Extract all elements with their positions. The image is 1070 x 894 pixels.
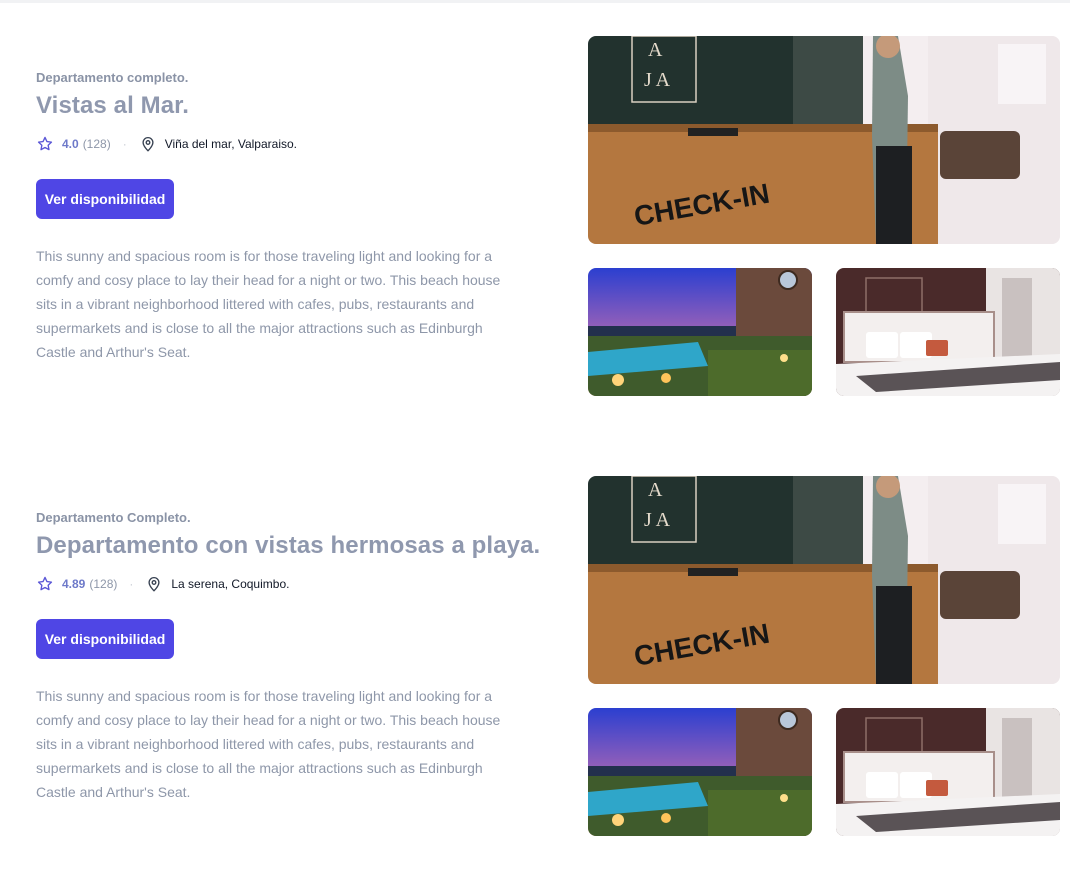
listing-title: Departamento con vistas hermosas a playa… [36, 532, 541, 559]
svg-text:J A: J A [644, 69, 671, 91]
location-text: La serena, Coquimbo. [171, 577, 290, 591]
listing-card: Departamento completo. Vistas al Mar. 4.… [0, 36, 1070, 396]
listing-title: Vistas al Mar. [36, 92, 190, 119]
rating-value: 4.0 [62, 137, 79, 151]
listing-description: This sunny and spacious room is for thos… [36, 248, 501, 360]
photo-pool[interactable] [588, 708, 812, 836]
location-text: Viña del mar, Valparaiso. [164, 137, 298, 151]
photo-reception[interactable]: A J A CHECK-IN [588, 476, 1060, 684]
meta-separator: · [122, 137, 127, 151]
review-count: (128) [82, 137, 111, 151]
photo-gallery: A J A CHECK-IN [588, 36, 1060, 396]
photo-reception[interactable]: A J A CHECK-IN [588, 36, 1060, 244]
photo-gallery: A J A CHECK-IN [588, 476, 1060, 836]
top-divider [0, 0, 1070, 3]
star-icon [37, 576, 53, 591]
rating-value: 4.89 [62, 577, 86, 591]
review-count: (128) [89, 577, 118, 591]
check-availability-button[interactable]: Ver disponibilidad [36, 179, 174, 219]
map-pin-icon [148, 577, 160, 592]
listing-card: Departamento Completo. Departamento con … [0, 476, 1070, 836]
listing-meta: 4.0 (128) · Viña del mar, Valparaiso. [36, 134, 297, 154]
svg-text:J A: J A [644, 509, 671, 531]
check-availability-button[interactable]: Ver disponibilidad [36, 619, 174, 659]
map-pin-icon [142, 137, 154, 152]
listing-type: Departamento completo. [36, 70, 189, 85]
svg-text:A: A [648, 479, 663, 501]
listing-meta: 4.89 (128) · La serena, Coquimbo. [36, 574, 289, 594]
photo-bedroom[interactable] [836, 268, 1060, 396]
star-icon [37, 136, 53, 151]
listing-type: Departamento Completo. [36, 510, 191, 525]
photo-bedroom[interactable] [836, 708, 1060, 836]
meta-separator: · [129, 577, 134, 591]
listing-description: This sunny and spacious room is for thos… [36, 688, 501, 800]
photo-pool[interactable] [588, 268, 812, 396]
svg-text:A: A [648, 39, 663, 61]
